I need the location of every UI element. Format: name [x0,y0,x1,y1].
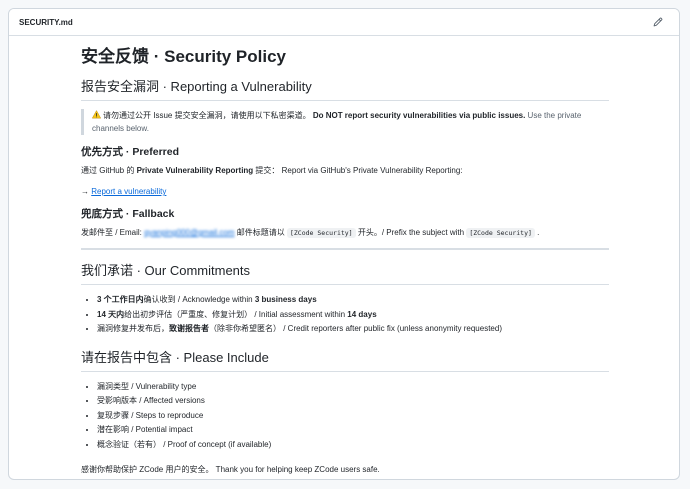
fallback-end: . [534,228,540,237]
preferred-text: 通过 GitHub 的 Private Vulnerability Report… [81,165,609,177]
commit-2-bold2: 14 days [347,309,377,319]
file-viewer: SECURITY.md 安全反馈 · Security Policy 报告安全漏… [8,8,680,480]
fallback-text: 发邮件至 / Email: qyanping000@gmail.com 邮件标题… [81,227,609,239]
arrow-glyph: → [81,187,92,196]
commit-2-bold: 14 天内 [97,309,125,319]
preferred-link-line: → Report a vulnerability [81,186,609,198]
include-list: 漏洞类型 / Vulnerability type 受影响版本 / Affect… [81,380,609,453]
commit-3-rest: （除非你希望匿名） / Credit reporters after publi… [209,324,502,333]
list-item: 14 天内给出初步评估（严重度、修复计划） / Initial assessme… [97,308,609,323]
list-item: 漏洞修复并发布后，致谢报告者（除非你希望匿名） / Credit reporte… [97,322,609,337]
email-link[interactable]: qyanping000@gmail.com [144,228,234,237]
divider [81,248,609,250]
fallback-heading: 兜底方式 · Fallback [81,208,175,220]
pencil-icon[interactable] [651,15,665,29]
list-item: 复现步骤 / Steps to reproduce [97,409,609,424]
fallback-mid2: 开头。/ Prefix the subject with [355,228,467,237]
warning-icon [91,110,102,119]
preferred-text-pre: 通过 GitHub 的 [81,166,137,175]
list-item: 漏洞类型 / Vulnerability type [97,380,609,395]
page-title: 安全反馈 · Security Policy [81,47,286,66]
fallback-mid: 邮件标题请以 [234,228,287,237]
note-en-bold: Do NOT report security vulnerabilities v… [312,111,526,120]
file-name: SECURITY.md [19,17,73,27]
reporting-heading: 报告安全漏洞 · Reporting a Vulnerability [81,78,609,101]
commit-1-text: 确认收到 / Acknowledge within [143,295,255,304]
list-item: 3 个工作日内确认收到 / Acknowledge within 3 busin… [97,293,609,308]
fallback-pre: 发邮件至 / Email: [81,228,145,237]
commit-1-bold: 3 个工作日内 [97,295,144,304]
thanks-text: 感谢你帮助保护 ZCode 用户的安全。 Thank you for helpi… [81,465,380,474]
commit-3-bold2: 致谢报告者 [169,324,209,333]
subject-prefix-code-en: [ZCode Security] [466,228,535,238]
commitments-list: 3 个工作日内确认收到 / Acknowledge within 3 busin… [81,293,609,337]
markdown-body: 安全反馈 · Security Policy 报告安全漏洞 · Reportin… [9,36,679,476]
commitments-heading: 我们承诺 · Our Commitments [81,262,609,285]
note-cn: 请勿通过公开 Issue 提交安全漏洞，请使用以下私密渠道。 [103,111,311,120]
preferred-heading: 优先方式 · Preferred [81,146,180,158]
subject-prefix-code: [ZCode Security] [286,228,356,238]
list-item: 受影响版本 / Affected versions [97,394,609,409]
report-vulnerability-link[interactable]: Report a vulnerability [91,187,166,196]
list-item: 概念验证（若有） / Proof of concept (if availabl… [97,438,609,453]
file-header: SECURITY.md [9,9,679,36]
include-heading: 请在报告中包含 · Please Include [81,349,609,372]
commit-1-bold2: 3 business days [254,295,317,304]
preferred-text-post: 提交： Report via GitHub's Private Vulnerab… [253,166,463,175]
commit-3-text: 漏洞修复并发布后， [97,324,169,333]
warning-note: 请勿通过公开 Issue 提交安全漏洞，请使用以下私密渠道。 Do NOT re… [81,109,609,135]
commit-2-text: 给出初步评估（严重度、修复计划） / Initial assessment wi… [124,309,348,319]
preferred-text-bold: Private Vulnerability Reporting [136,166,254,175]
list-item: 潜在影响 / Potential impact [97,423,609,438]
